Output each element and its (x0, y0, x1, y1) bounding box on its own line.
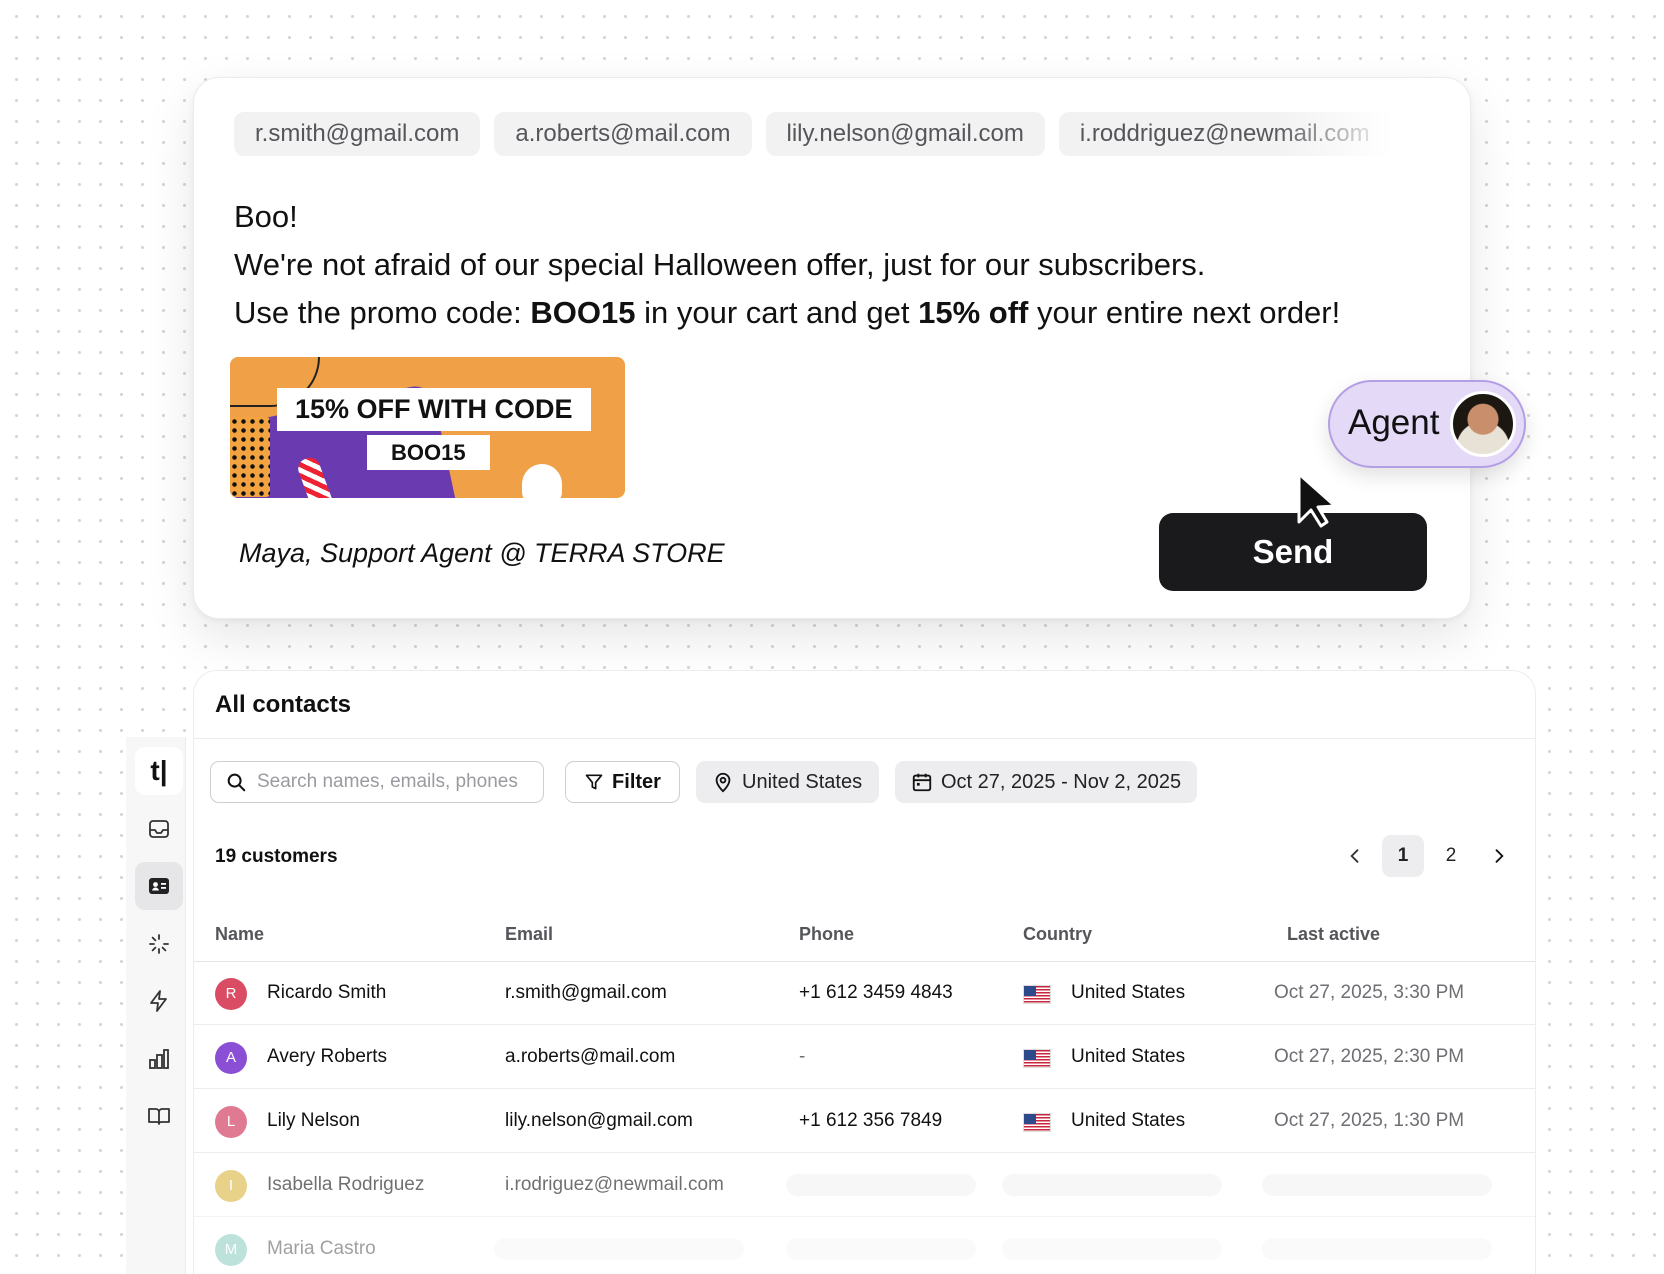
search-input[interactable] (257, 771, 527, 793)
recipient-chip[interactable]: r.smith@gmail.com (234, 112, 481, 156)
discount-text: 15% off (918, 295, 1029, 330)
banner-code: BOO15 (367, 435, 490, 470)
contacts-icon[interactable] (135, 862, 183, 910)
avatar: M (215, 1234, 247, 1266)
table-header: Name Email Phone Country Last active (194, 914, 1535, 962)
message-body[interactable]: Boo! We're not afraid of our special Hal… (234, 193, 1414, 337)
date-range-chip[interactable]: Oct 27, 2025 - Nov 2, 2025 (895, 761, 1197, 803)
us-flag-icon (1023, 1049, 1051, 1068)
column-header-phone[interactable]: Phone (799, 924, 854, 945)
contact-phone: +1 612 356 7849 (799, 1110, 943, 1131)
avatar: L (215, 1106, 247, 1138)
promo-code: BOO15 (530, 295, 636, 330)
contact-name: Maria Castro (267, 1238, 376, 1259)
page-title: All contacts (215, 691, 352, 718)
recipient-chip[interactable]: lily.nelson@gmail.com (765, 112, 1045, 156)
avatar: I (215, 1170, 247, 1202)
recipient-chip[interactable]: a.roberts@mail.com (494, 112, 752, 156)
inbox-icon[interactable] (135, 805, 183, 853)
contact-name: Avery Roberts (267, 1046, 388, 1067)
table-row[interactable]: R Ricardo Smith r.smith@gmail.com +1 612… (194, 962, 1535, 1025)
location-pin-icon (715, 772, 731, 793)
loading-skeleton (494, 1238, 744, 1260)
loading-skeleton (786, 1174, 976, 1196)
filter-label: Filter (612, 770, 661, 793)
bolt-icon[interactable] (135, 977, 183, 1025)
chevron-left-icon[interactable] (1334, 835, 1376, 877)
table-row[interactable]: A Avery Roberts a.roberts@mail.com - Uni… (194, 1026, 1535, 1089)
banner-decoration (230, 417, 270, 497)
contact-name: Ricardo Smith (267, 982, 387, 1003)
country-filter-label: United States (742, 770, 863, 793)
contact-last-active: Oct 27, 2025, 3:30 PM (1274, 982, 1465, 1003)
contact-email: lily.nelson@gmail.com (505, 1110, 693, 1131)
contacts-panel: All contacts Filter United States Oct 27… (193, 670, 1536, 1274)
search-field[interactable] (210, 761, 544, 803)
message-text: in your cart and get (635, 295, 919, 330)
search-icon (227, 773, 246, 792)
chevron-right-icon[interactable] (1478, 835, 1520, 877)
mouse-cursor-icon (1297, 472, 1337, 528)
chart-icon[interactable] (135, 1035, 183, 1083)
app-logo[interactable]: t| (135, 747, 183, 795)
table-row[interactable]: L Lily Nelson lily.nelson@gmail.com +1 6… (194, 1090, 1535, 1153)
app-sidebar: t| (126, 737, 186, 1274)
calendar-icon (912, 773, 932, 792)
us-flag-icon (1023, 1113, 1051, 1132)
page-button-1[interactable]: 1 (1382, 835, 1424, 877)
loading-skeleton (1262, 1238, 1492, 1260)
filter-icon (585, 774, 603, 790)
ghost-decoration (522, 464, 562, 498)
table-row[interactable]: M Maria Castro (194, 1218, 1535, 1274)
email-composer: r.smith@gmail.com a.roberts@mail.com lil… (193, 77, 1471, 619)
country-filter-chip[interactable]: United States (696, 761, 879, 803)
table-row[interactable]: I Isabella Rodriguez i.rodriguez@newmail… (194, 1154, 1535, 1217)
contact-name: Isabella Rodriguez (267, 1174, 425, 1195)
column-header-email[interactable]: Email (505, 924, 553, 945)
contact-phone: +1 612 3459 4843 (799, 982, 953, 1003)
message-line: We're not afraid of our special Hallowee… (234, 247, 1206, 282)
recipient-chip[interactable]: i.roddriguez@newmail.com (1058, 112, 1391, 156)
message-greeting: Boo! (234, 199, 298, 234)
contact-name: Lily Nelson (267, 1110, 360, 1131)
message-text: your entire next order! (1028, 295, 1341, 330)
email-signature: Maya, Support Agent @ TERRA STORE (239, 538, 725, 568)
contact-phone: - (799, 1046, 806, 1067)
page-button-2[interactable]: 2 (1430, 835, 1472, 877)
contact-last-active: Oct 27, 2025, 2:30 PM (1274, 1046, 1465, 1067)
loading-skeleton (1002, 1174, 1222, 1196)
customer-count: 19 customers (215, 846, 338, 867)
contact-email: r.smith@gmail.com (505, 982, 667, 1003)
divider (194, 738, 1535, 739)
avatar: R (215, 978, 247, 1010)
contact-country: United States (1071, 1046, 1186, 1067)
contact-email: i.rodriguez@newmail.com (505, 1174, 724, 1195)
banner-headline: 15% OFF WITH CODE (277, 388, 591, 431)
contact-country: United States (1071, 982, 1186, 1003)
agent-badge: Agent (1328, 380, 1526, 468)
halloween-promo-image: 15% OFF WITH CODE BOO15 (230, 357, 625, 498)
agent-avatar (1450, 391, 1516, 457)
recipient-list: r.smith@gmail.com a.roberts@mail.com lil… (234, 112, 1414, 156)
message-line: Use the promo code: BOO15 in your cart a… (234, 289, 1414, 337)
filter-button[interactable]: Filter (565, 761, 680, 803)
loading-skeleton (1262, 1174, 1492, 1196)
column-header-last-active[interactable]: Last active (1287, 924, 1380, 945)
date-range-label: Oct 27, 2025 - Nov 2, 2025 (941, 770, 1182, 793)
avatar: A (215, 1042, 247, 1074)
us-flag-icon (1023, 985, 1051, 1004)
loading-skeleton (786, 1238, 976, 1260)
column-header-name[interactable]: Name (215, 924, 264, 945)
contact-email: a.roberts@mail.com (505, 1046, 676, 1067)
sparkle-icon[interactable] (135, 920, 183, 968)
agent-label: Agent (1348, 403, 1440, 442)
column-header-country[interactable]: Country (1023, 924, 1092, 945)
book-icon[interactable] (135, 1092, 183, 1140)
loading-skeleton (1002, 1238, 1222, 1260)
pagination: 1 2 (1334, 835, 1520, 877)
contact-country: United States (1071, 1110, 1186, 1131)
contact-last-active: Oct 27, 2025, 1:30 PM (1274, 1110, 1465, 1131)
message-text: Use the promo code: (234, 295, 531, 330)
